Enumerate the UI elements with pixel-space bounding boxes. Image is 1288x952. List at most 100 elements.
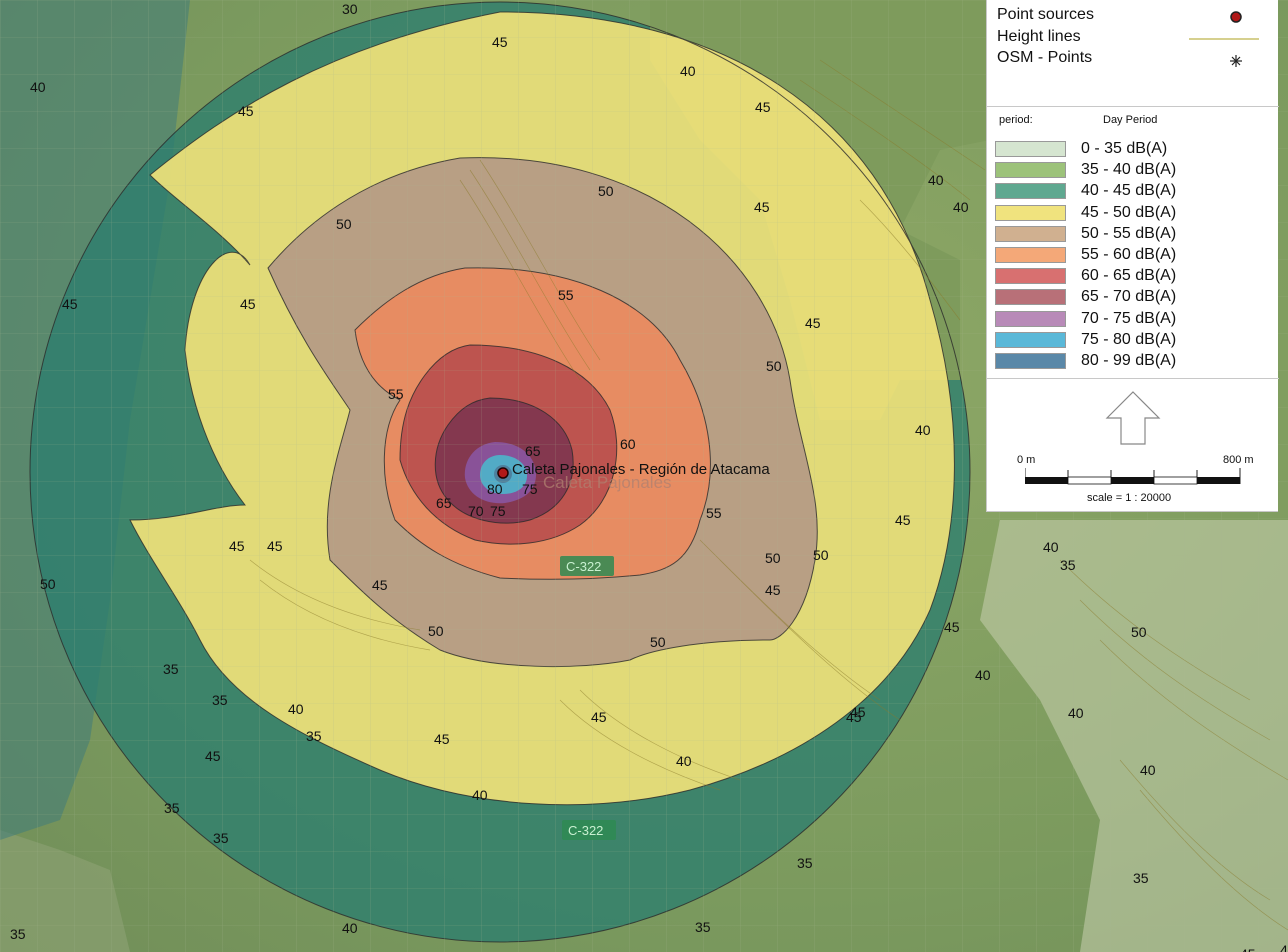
legend-band-label: 65 - 70 dB(A) [1081, 288, 1177, 306]
legend-band-swatch [995, 225, 1066, 242]
scale-end-label: 800 m [1223, 454, 1254, 466]
contour-label: 40 [915, 422, 931, 438]
point-source-marker[interactable] [497, 467, 509, 479]
legend-symbol-label: Height lines [997, 28, 1081, 45]
contour-label: 50 [428, 623, 444, 639]
map-legend: Point sources Height lines OSM - Points [986, 0, 1279, 512]
legend-band-label: 0 - 35 dB(A) [1081, 140, 1168, 157]
contour-label: 45 [434, 731, 450, 747]
legend-band-label: 35 - 40 dB(A) [1081, 161, 1177, 179]
legend-band-swatch [995, 204, 1066, 221]
contour-label: 40 [288, 701, 304, 717]
contour-label: 40 [1280, 942, 1288, 952]
contour-label: 45 [62, 296, 78, 312]
contour-label: 50 [765, 550, 781, 566]
contour-label: 45 [850, 704, 866, 720]
contour-label: 45 [591, 709, 607, 725]
contour-label: 50 [766, 358, 782, 374]
contour-label: 50 [40, 576, 56, 592]
contour-label: 35 [1133, 870, 1149, 886]
legend-symbol-point-sources: Point sources [997, 6, 1269, 28]
road-badge-lower: C-322 [562, 820, 616, 840]
asterisk-icon [1230, 55, 1242, 67]
legend-band-label: 75 - 80 dB(A) [1081, 330, 1177, 348]
legend-band-swatch [995, 247, 1066, 263]
road-badge-lower-text: C-322 [568, 823, 603, 838]
contour-label: 45 [944, 619, 960, 635]
contour-label: 35 [695, 919, 711, 935]
legend-band-swatch [995, 310, 1066, 327]
legend-band-swatch [995, 289, 1066, 306]
road-badge-upper-text: C-322 [566, 559, 601, 574]
scale-start-label: 0 m [1017, 454, 1036, 466]
contour-label: 80 [487, 481, 503, 497]
period-value: Day Period [1103, 114, 1158, 126]
contour-label: 55 [558, 287, 574, 303]
contour-label: 40 [680, 63, 696, 79]
contour-label: 45 [229, 538, 245, 554]
legend-band-row: 55 - 60 dB(A) [995, 245, 1265, 266]
contour-label: 40 [953, 199, 969, 215]
contour-label: 40 [1068, 705, 1084, 721]
legend-band-row: 35 - 40 dB(A) [995, 160, 1265, 181]
legend-band-row: 0 - 35 dB(A) [995, 139, 1265, 160]
contour-label: 40 [472, 787, 488, 803]
contour-label: 50 [813, 547, 829, 563]
contour-label: 35 [212, 692, 228, 708]
contour-label: 40 [342, 920, 358, 936]
contour-label: 35 [797, 855, 813, 871]
contour-label: 45 [755, 99, 771, 115]
contour-label: 40 [928, 172, 944, 188]
legend-band-label: 70 - 75 dB(A) [1081, 309, 1177, 327]
contour-label: 70 [468, 503, 484, 519]
legend-band-row: 70 - 75 dB(A) [995, 309, 1265, 330]
contour-label: 45 [372, 577, 388, 593]
scale-bar: 0 m 800 m scale = 1 : 20000 [1017, 452, 1267, 507]
contour-label: 45 [1240, 946, 1256, 952]
legend-band-row: 50 - 55 dB(A) [995, 224, 1265, 245]
contour-label: 65 [525, 443, 541, 459]
period-label: period: [999, 114, 1033, 126]
contour-label: 50 [650, 634, 666, 650]
contour-label: 35 [163, 661, 179, 677]
place-name-label: Caleta Pajonales - Región de Atacama [512, 461, 770, 478]
legend-band-row: 75 - 80 dB(A) [995, 330, 1265, 351]
contour-label: 40 [1140, 762, 1156, 778]
contour-label: 75 [522, 481, 538, 497]
legend-symbol-osm-points: OSM - Points [997, 49, 1269, 71]
contour-label: 45 [205, 748, 221, 764]
contour-label: 45 [765, 582, 781, 598]
north-arrow-icon [1105, 391, 1161, 445]
legend-band-row: 45 - 50 dB(A) [995, 203, 1265, 224]
contour-label: 40 [30, 79, 46, 95]
legend-band-swatch [995, 162, 1066, 179]
legend-band-swatch [995, 183, 1066, 200]
contour-label: 35 [164, 800, 180, 816]
contour-label: 35 [306, 728, 322, 744]
legend-symbol-label: OSM - Points [997, 49, 1093, 66]
contour-label: 50 [598, 183, 614, 199]
legend-band-swatch [995, 141, 1066, 157]
contour-label: 55 [388, 386, 404, 402]
legend-divider [987, 378, 1279, 379]
contour-label: 45 [492, 34, 508, 50]
road-badge-upper: C-322 [560, 556, 614, 576]
contour-label: 40 [676, 753, 692, 769]
legend-band-label: 55 - 60 dB(A) [1081, 246, 1177, 263]
legend-band-row: 65 - 70 dB(A) [995, 287, 1265, 308]
contour-label: 45 [238, 103, 254, 119]
legend-band-label: 60 - 65 dB(A) [1081, 267, 1177, 285]
legend-band-swatch [995, 353, 1066, 369]
point-source-icon [1230, 11, 1242, 23]
noise-map-view[interactable]: 30 45 40 45 50 50 45 45 45 45 40 40 40 50 45 55 50 45 55 60… [0, 0, 1288, 952]
contour-label: 30 [342, 1, 358, 17]
contour-label: 45 [895, 512, 911, 528]
legend-band-swatch [995, 331, 1066, 348]
contour-label: 75 [490, 503, 506, 519]
contour-label: 55 [706, 505, 722, 521]
contour-label: 45 [754, 199, 770, 215]
contour-label: 35 [1060, 557, 1076, 573]
legend-symbol-height-lines: Height lines [997, 28, 1269, 50]
contour-label: 45 [805, 315, 821, 331]
contour-label: 35 [10, 926, 26, 942]
